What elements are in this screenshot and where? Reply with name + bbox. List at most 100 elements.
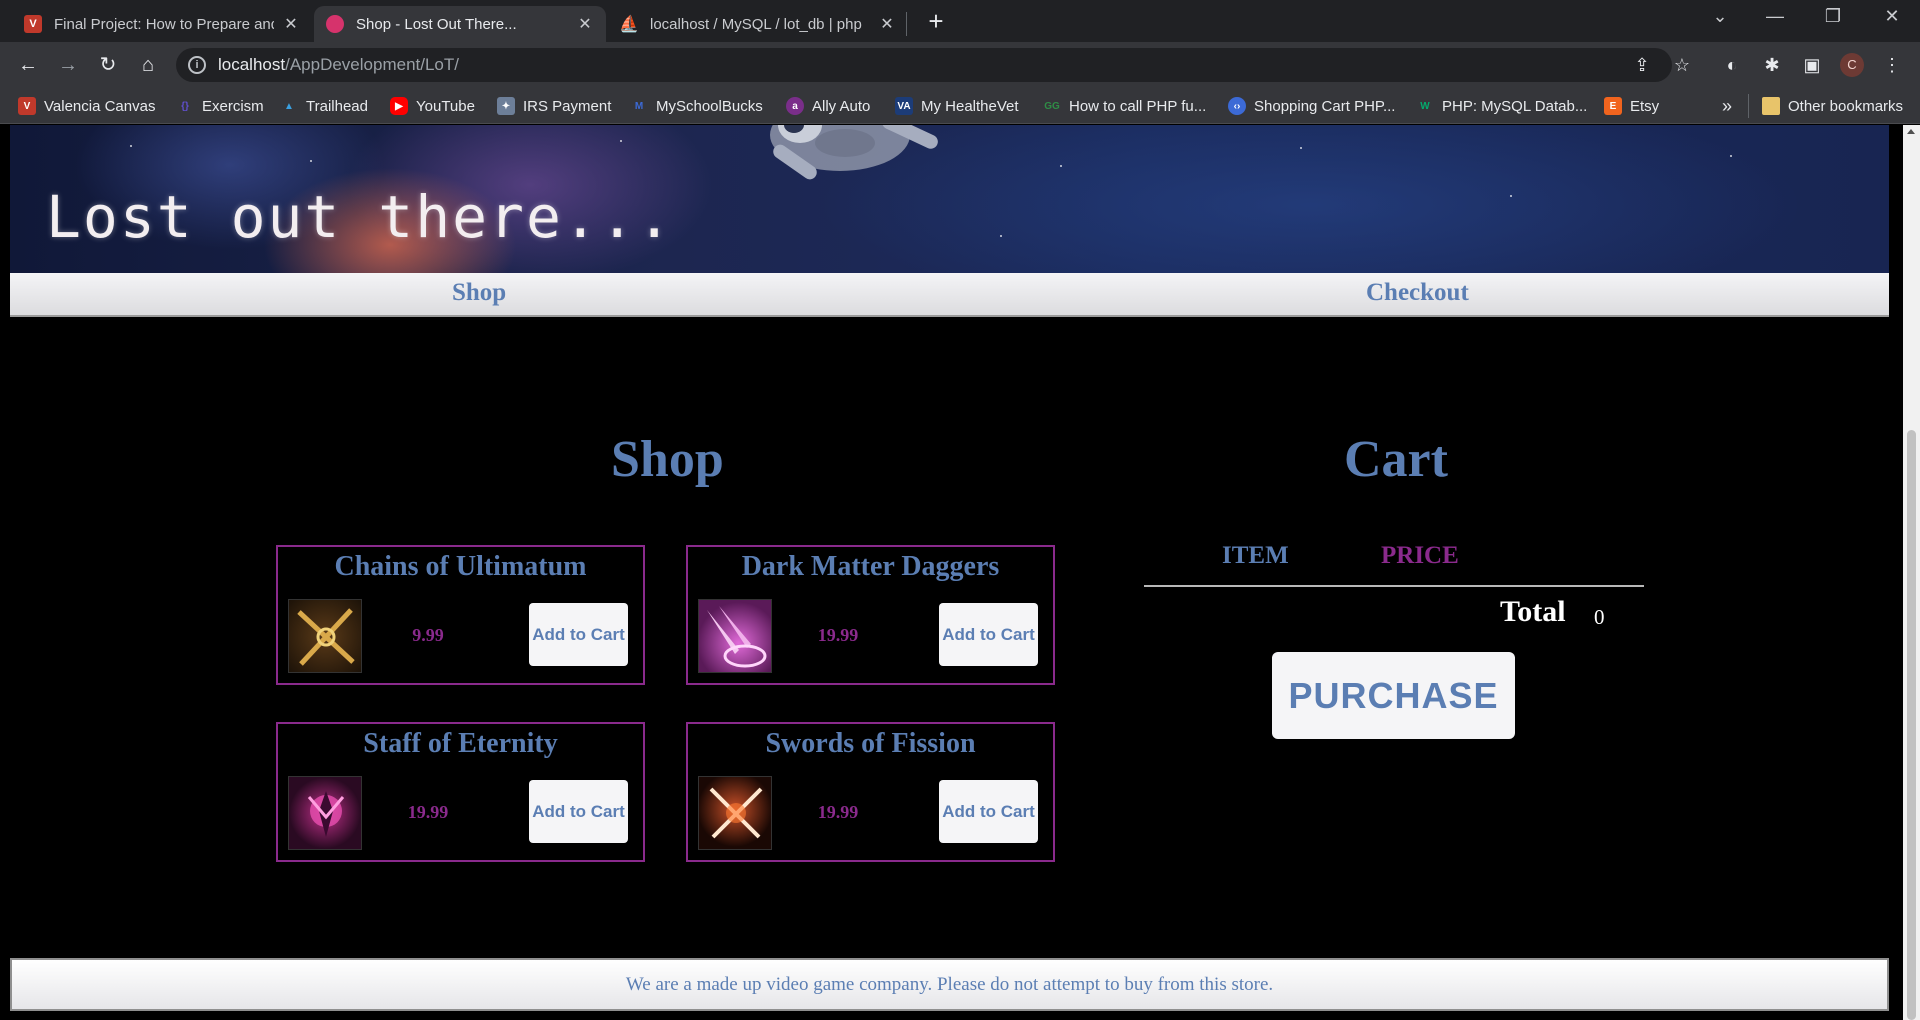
va-icon: VA (895, 97, 913, 115)
trailhead-icon: ▲ (284, 100, 294, 112)
myschoolbucks-icon: M (634, 100, 644, 112)
scrollbar-thumb[interactable] (1907, 430, 1916, 1020)
bookmark-item[interactable]: E Etsy (1604, 95, 1659, 117)
other-bookmarks-label: Other bookmarks (1788, 97, 1904, 115)
back-icon[interactable]: ← (14, 51, 42, 79)
close-window-icon[interactable]: ✕ (1872, 6, 1912, 27)
swords-icon (698, 776, 772, 850)
extensions-icon[interactable]: ✱ (1758, 51, 1786, 79)
product-name: Dark Matter Daggers (741, 551, 1000, 582)
product-price: 19.99 (817, 802, 859, 822)
bookmark-item[interactable]: M MySchoolBucks (630, 95, 763, 117)
browser-tab-canvas[interactable]: V Final Project: How to Prepare and ✕ (12, 6, 312, 42)
reload-icon[interactable]: ↻ (94, 51, 122, 79)
url-text[interactable]: localhost/AppDevelopment/LoT/ (218, 55, 459, 75)
tab-title: Final Project: How to Prepare and (54, 15, 274, 33)
bookmark-item[interactable]: a Ally Auto (786, 95, 870, 117)
etsy-icon: E (1604, 97, 1622, 115)
bookmark-label: Shopping Cart PHP... (1254, 97, 1396, 115)
banner-star (130, 145, 132, 147)
banner-star (1300, 147, 1302, 149)
browser-tab-phpmyadmin[interactable]: ⛵ localhost / MySQL / lot_db | php ✕ (608, 6, 908, 42)
browser-toolbar: ← → ↻ ⌂ i localhost/AppDevelopment/LoT/ … (0, 42, 1920, 88)
tab-search-icon[interactable]: ⌄ (1700, 6, 1740, 27)
product-name: Chains of Ultimatum (334, 551, 587, 582)
add-to-cart-button[interactable]: Add to Cart (529, 780, 628, 843)
close-icon[interactable]: ✕ (878, 14, 896, 34)
cart-total-value: 0 (1594, 605, 1605, 629)
canvas-icon: V (18, 97, 36, 115)
banner-star (1730, 155, 1732, 157)
bookmark-item[interactable]: W PHP: MySQL Datab... (1416, 95, 1587, 117)
product-card: Swords of Fission 19.99 Add to Cart (686, 722, 1055, 862)
bookmark-item[interactable]: V Valencia Canvas (18, 95, 155, 117)
close-icon[interactable]: ✕ (576, 14, 594, 34)
bookmark-item[interactable]: GG How to call PHP fu... (1043, 95, 1206, 117)
bookmark-item[interactable]: VA My HealtheVet (895, 95, 1019, 117)
ally-icon: a (786, 97, 804, 115)
product-name: Staff of Eternity (363, 728, 558, 759)
product-price: 19.99 (407, 802, 449, 822)
bookmark-label: Ally Auto (812, 97, 871, 115)
browser-tabstrip: V Final Project: How to Prepare and ✕ Sh… (0, 0, 1920, 42)
page-viewport: Lost out there... Shop Checkout Shop Car… (0, 125, 1920, 1020)
exercism-icon: {} (181, 100, 189, 112)
tab-title: localhost / MySQL / lot_db | php (650, 15, 862, 33)
banner-star (620, 140, 622, 142)
site-info-icon[interactable]: i (188, 56, 206, 74)
purchase-button[interactable]: PURCHASE (1272, 652, 1515, 739)
bookmark-label: PHP: MySQL Datab... (1442, 97, 1588, 115)
youtube-icon: ▶ (390, 97, 408, 115)
site-navbar: Shop Checkout (10, 273, 1889, 317)
address-bar[interactable]: i localhost/AppDevelopment/LoT/ ⇪ (176, 48, 1672, 82)
restore-icon[interactable]: ❐ (1813, 6, 1853, 27)
bookmark-star-icon[interactable]: ☆ (1668, 51, 1696, 79)
cart-divider (1144, 585, 1644, 587)
cart-column-item: ITEM (1222, 542, 1289, 569)
scroll-up-icon[interactable] (1907, 129, 1915, 134)
url-path: /AppDevelopment/LoT/ (285, 55, 459, 74)
bookmark-item[interactable]: {} Exercism (176, 95, 264, 117)
banner-star (1000, 235, 1002, 237)
close-icon[interactable]: ✕ (282, 14, 300, 34)
bookmark-item[interactable]: ▲ Trailhead (280, 95, 368, 117)
nav-checkout-link[interactable]: Checkout (1366, 279, 1469, 307)
url-host: localhost (218, 55, 286, 74)
tab-title: Shop - Lost Out There... (356, 15, 517, 33)
menu-icon[interactable]: ⋮ (1878, 51, 1906, 79)
bookmark-item[interactable]: ✦ IRS Payment (497, 95, 611, 117)
bookmark-item[interactable]: ▶ YouTube (390, 95, 475, 117)
home-icon[interactable]: ⌂ (134, 51, 162, 79)
other-bookmarks[interactable]: Other bookmarks (1762, 95, 1903, 117)
forward-icon[interactable]: → (54, 51, 82, 79)
new-tab-button[interactable]: + (922, 8, 950, 36)
product-price: 19.99 (817, 625, 859, 645)
daggers-icon (698, 599, 772, 673)
bookmark-item[interactable]: ‹› Shopping Cart PHP... (1228, 95, 1395, 117)
chains-icon (288, 599, 362, 673)
browser-tab-shop[interactable]: Shop - Lost Out There... ✕ (314, 6, 606, 42)
bookmark-label: MySchoolBucks (656, 97, 763, 115)
bookmark-separator (1748, 94, 1749, 118)
canvas-icon: V (24, 15, 42, 33)
add-to-cart-button[interactable]: Add to Cart (939, 603, 1038, 666)
add-to-cart-button[interactable]: Add to Cart (529, 603, 628, 666)
geeks-icon: GG (1044, 100, 1060, 112)
add-to-cart-button[interactable]: Add to Cart (939, 780, 1038, 843)
banner-title: Lost out there... (46, 183, 674, 251)
dark-mode-extension-icon[interactable]: ◐ (1718, 51, 1746, 79)
side-panel-icon[interactable]: ▣ (1798, 51, 1826, 79)
banner-star (1060, 165, 1062, 167)
page-scrollbar[interactable] (1903, 125, 1920, 1020)
share-icon[interactable]: ⇪ (1630, 53, 1654, 77)
nav-shop-link[interactable]: Shop (452, 279, 506, 307)
profile-avatar[interactable]: C (1840, 53, 1864, 77)
bookmarks-overflow-button[interactable]: » (1722, 95, 1732, 117)
bookmarks-bar: V Valencia Canvas {} Exercism ▲ Trailhead ▶… (0, 88, 1920, 124)
bookmark-label: YouTube (416, 97, 475, 115)
tab-separator (906, 12, 907, 36)
minimize-icon[interactable]: — (1755, 6, 1795, 27)
astronaut-image (770, 125, 938, 180)
product-card: Staff of Eternity 19.99 Add to Cart (276, 722, 645, 862)
site-footer: We are a made up video game company. Ple… (10, 958, 1889, 1011)
